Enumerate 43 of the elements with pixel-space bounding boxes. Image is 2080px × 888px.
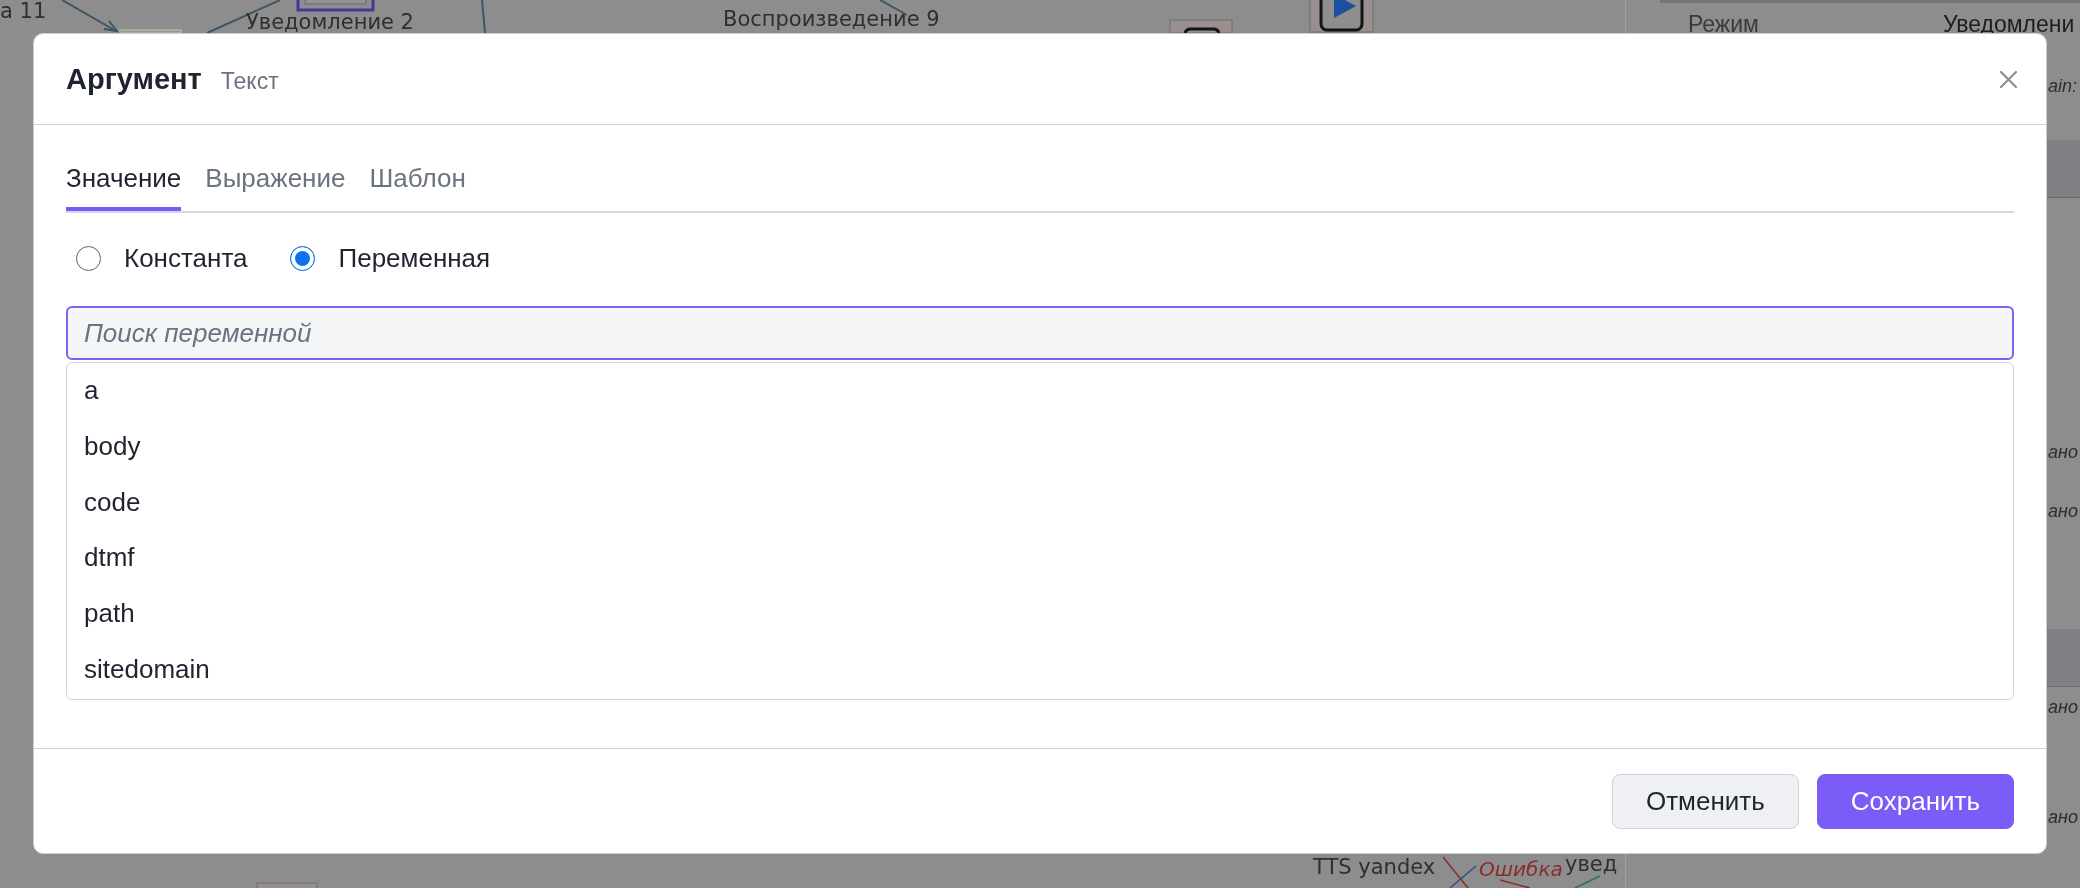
save-button[interactable]: Сохранить [1816, 773, 2014, 829]
tab[interactable]: Шаблон [369, 153, 466, 211]
tab[interactable]: Выражение [205, 153, 346, 211]
node-label: Воспроизведение 9 [723, 8, 940, 30]
node-label: увед [1565, 853, 1618, 875]
variable-option[interactable]: sitedomain [67, 641, 2013, 698]
connector-line [1499, 879, 1531, 888]
radio-option[interactable]: Константа [76, 243, 248, 273]
connector-line [1449, 865, 1477, 888]
property-value: ано [2048, 806, 2078, 829]
node-label: TTS yandex [1313, 856, 1436, 878]
property-value: ано [2048, 441, 2078, 464]
connector-arrow [61, 0, 120, 33]
section-header [2047, 629, 2080, 687]
dialog-subtitle: Текст [220, 67, 279, 95]
property-note: ain: [2048, 75, 2078, 98]
connector-line [1574, 875, 1601, 888]
connector-line [1442, 856, 1469, 888]
property-label: Режим [1688, 12, 1760, 36]
property-value: Уведомлени [1943, 12, 2075, 36]
close-button[interactable] [2000, 70, 2017, 88]
radio-option[interactable]: Переменная [290, 243, 491, 273]
node-box [256, 882, 318, 888]
property-value: ано [2048, 500, 2078, 523]
variable-option[interactable]: a [67, 363, 2013, 419]
variable-option[interactable]: code [67, 474, 2013, 531]
radio-button[interactable] [76, 245, 101, 271]
tab[interactable]: Значение [66, 153, 182, 211]
play-icon [1319, 0, 1364, 32]
variable-option[interactable]: path [67, 585, 2013, 642]
section-header [2047, 140, 2080, 198]
dialog-title: Аргумент [66, 62, 202, 96]
property-value: ано [2048, 696, 2078, 719]
close-icon [2000, 70, 2017, 88]
cancel-button[interactable]: Отменить [1612, 773, 1799, 829]
variable-option[interactable]: body [67, 418, 2013, 475]
radio-button[interactable] [290, 245, 316, 271]
connector-line [481, 0, 486, 34]
variable-option[interactable]: dtmf [67, 530, 2013, 586]
node-label: Уведомление 2 [246, 11, 414, 33]
node-label: а 11 [0, 0, 47, 22]
error-label: Ошибка [1479, 858, 1563, 880]
search-field[interactable]: Поиск переменной [66, 306, 2014, 360]
